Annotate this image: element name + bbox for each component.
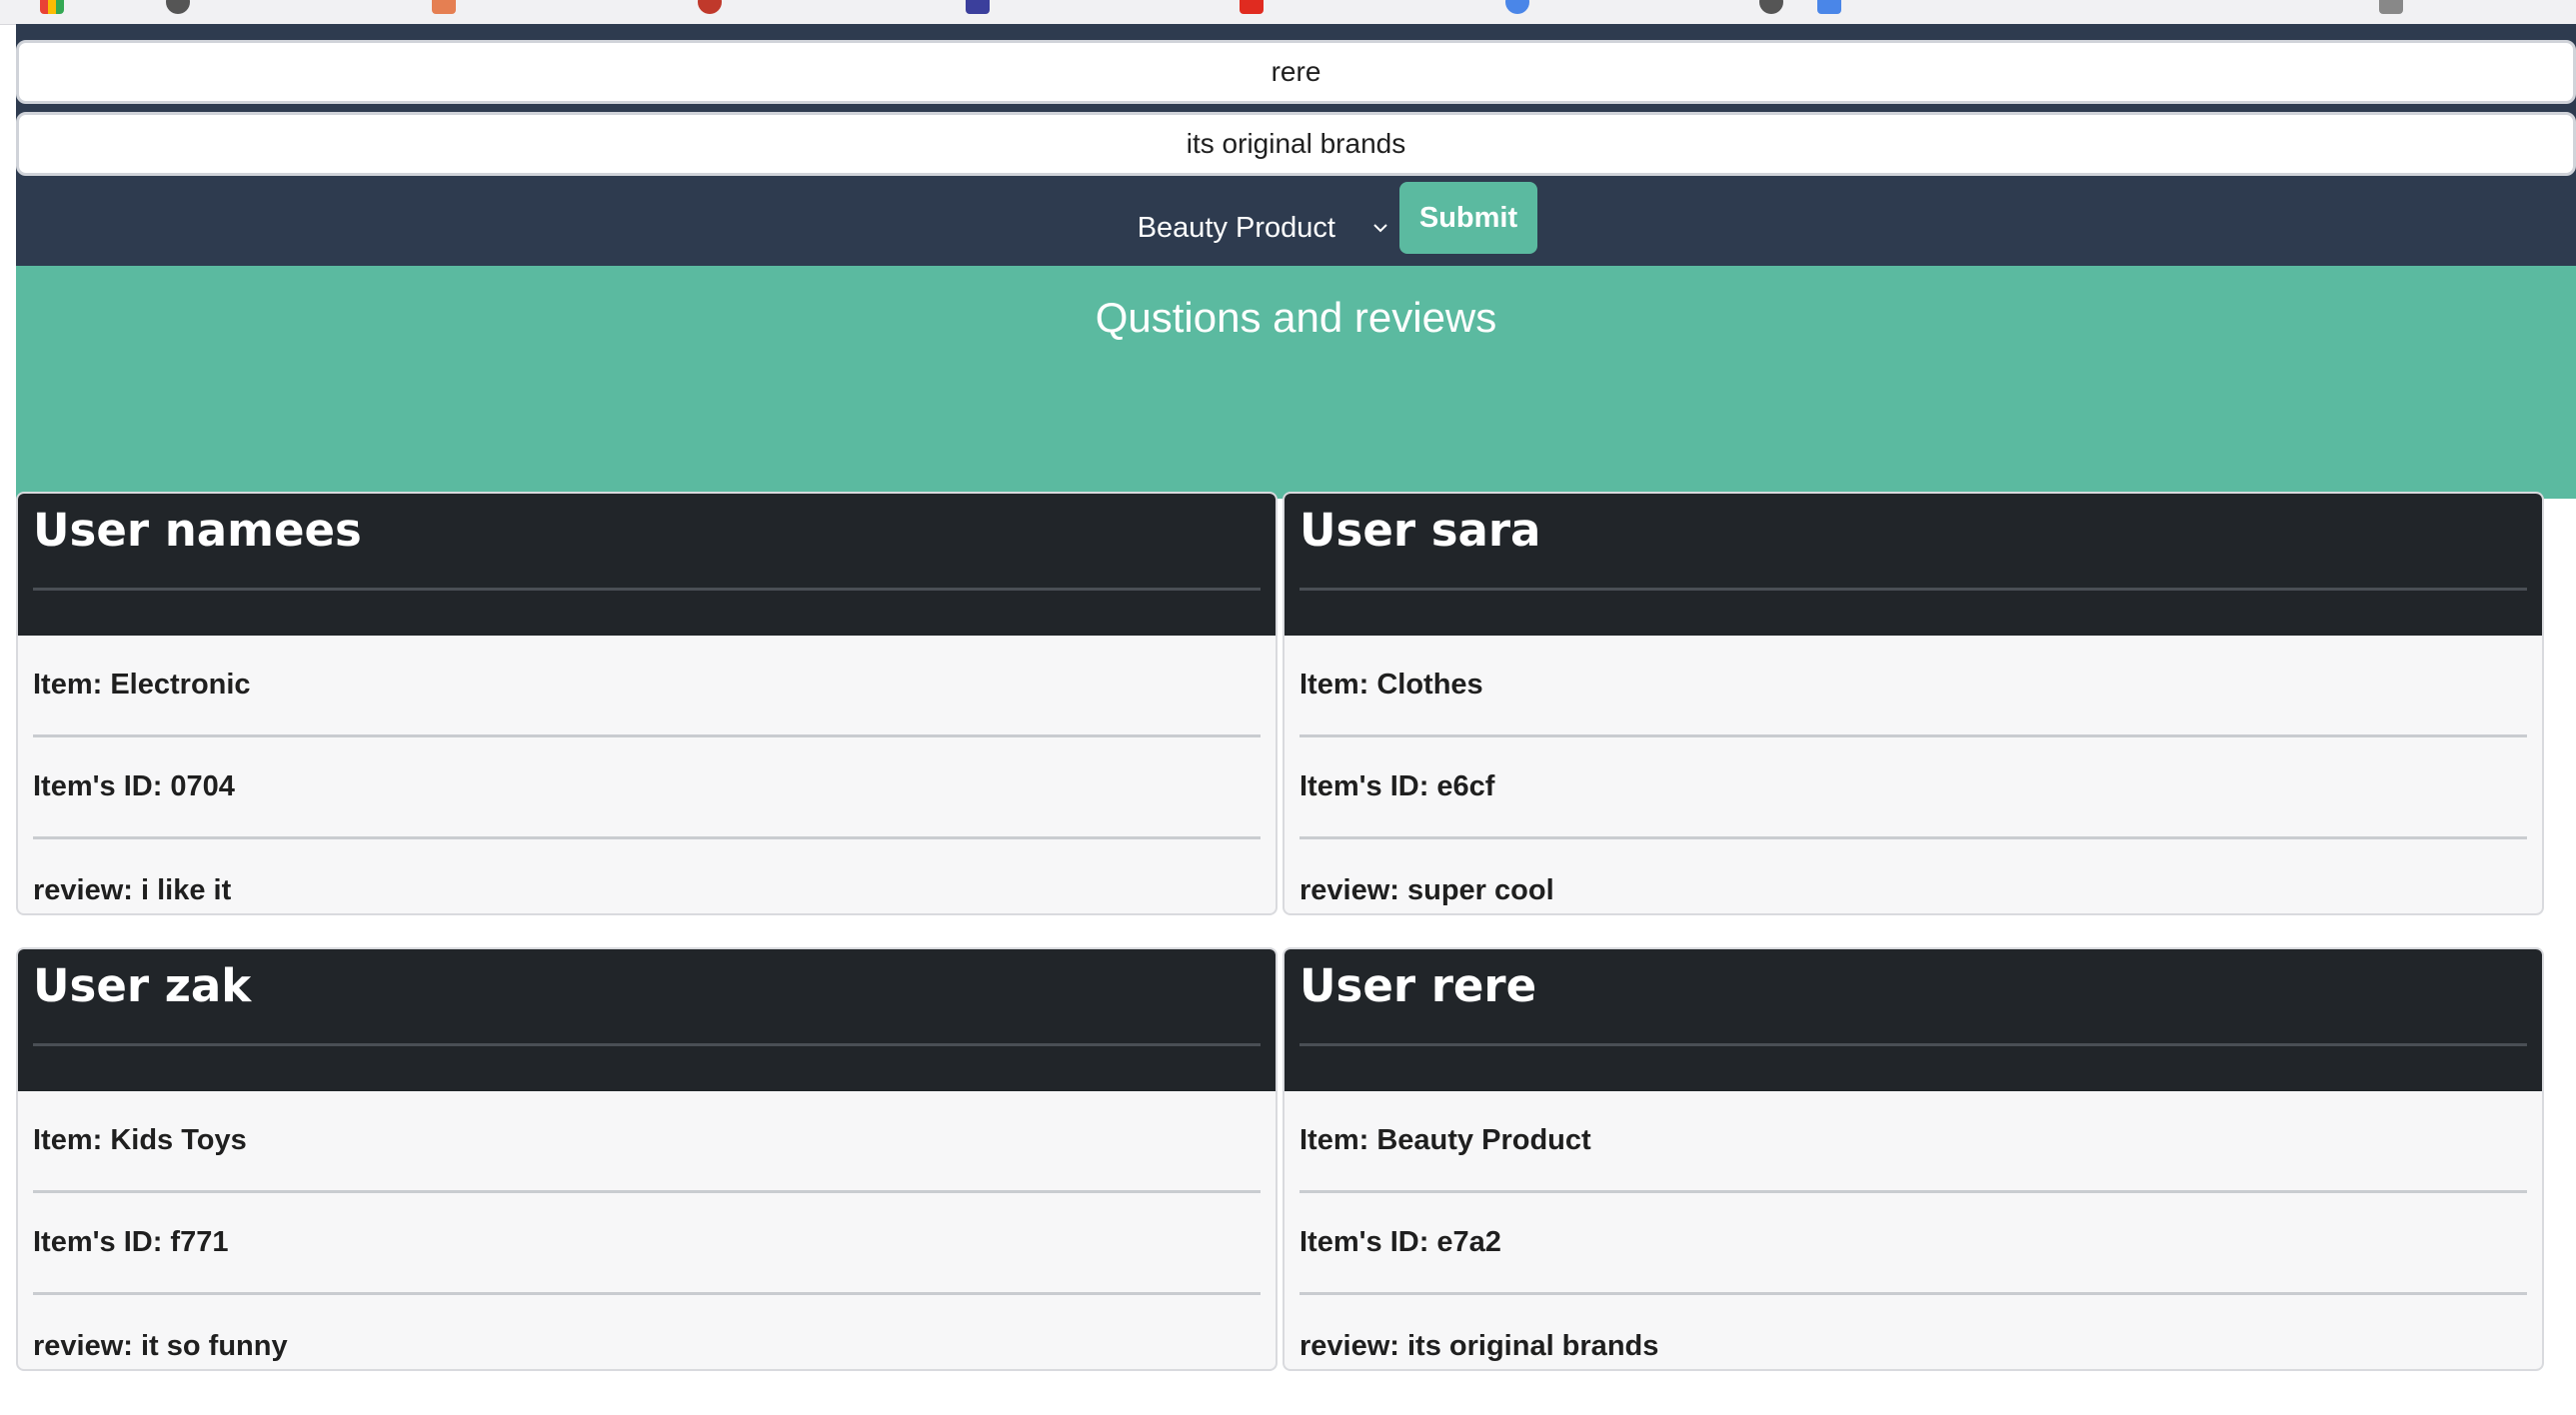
bookmark-1[interactable]: [166, 0, 204, 17]
divider: [1299, 1043, 2527, 1046]
card-body: Item: Electronic Item's ID: 0704 review:…: [18, 636, 1276, 913]
reading-list-icon: [2379, 0, 2403, 14]
card-item: Item: Kids Toys: [33, 1091, 1261, 1193]
divider: [1299, 588, 2527, 591]
bookmark-8[interactable]: [1817, 0, 1855, 17]
divider: [33, 1043, 1261, 1046]
category-select[interactable]: Beauty Product: [1094, 196, 1389, 260]
page-title: Qustions and reviews: [1095, 294, 1497, 341]
bookmarks-bar: [0, 0, 2576, 25]
hero-banner: Qustions and reviews: [16, 266, 2576, 499]
bookmark-favicon-icon: [698, 0, 722, 14]
bookmark-favicon-icon: [432, 0, 456, 14]
card-review: review: its original brands: [1299, 1329, 1659, 1362]
review-form-bar: Beauty Product Submit: [16, 24, 2576, 266]
card-item: Item: Beauty Product: [1299, 1091, 2527, 1193]
category-select-value: Beauty Product: [1137, 211, 1335, 244]
bookmark-apps[interactable]: [40, 0, 78, 17]
bookmark-2[interactable]: [432, 0, 470, 17]
card-item: Item: Electronic: [33, 636, 1261, 737]
globe-icon: [1759, 0, 1783, 14]
review-card: User rere Item: Beauty Product Item's ID…: [1283, 947, 2544, 1371]
card-header: User zak: [18, 949, 1276, 1091]
card-item-id: Item's ID: 0704: [33, 737, 1261, 839]
card-user-title: User namees: [33, 504, 362, 557]
card-review: review: it so funny: [33, 1329, 288, 1362]
submit-button[interactable]: Submit: [1399, 182, 1537, 254]
bookmark-favicon-icon: [966, 0, 990, 14]
bookmark-6[interactable]: [1505, 0, 1543, 17]
review-card: User sara Item: Clothes Item's ID: e6cf …: [1283, 492, 2544, 915]
review-input[interactable]: [16, 112, 2576, 176]
card-item: Item: Clothes: [1299, 636, 2527, 737]
zoom-icon: [1505, 0, 1529, 14]
card-item-id: Item's ID: e7a2: [1299, 1193, 2527, 1295]
card-body: Item: Beauty Product Item's ID: e7a2 rev…: [1285, 1091, 2542, 1369]
bookmark-7[interactable]: [1759, 0, 1797, 17]
review-card: User namees Item: Electronic Item's ID: …: [16, 492, 1278, 915]
bookmark-5[interactable]: [1240, 0, 1278, 17]
card-header: User sara: [1285, 494, 2542, 636]
card-item-id: Item's ID: e6cf: [1299, 737, 2527, 839]
review-cards: User namees Item: Electronic Item's ID: …: [16, 492, 2544, 1371]
bookmark-4[interactable]: [966, 0, 1004, 17]
card-header: User rere: [1285, 949, 2542, 1091]
card-user-title: User sara: [1299, 504, 1541, 557]
card-user-title: User rere: [1299, 959, 1537, 1012]
card-user-title: User zak: [33, 959, 252, 1012]
apps-icon: [40, 0, 64, 14]
card-body: Item: Clothes Item's ID: e6cf review: su…: [1285, 636, 2542, 913]
card-body: Item: Kids Toys Item's ID: f771 review: …: [18, 1091, 1276, 1369]
card-review: review: super cool: [1299, 873, 1554, 906]
card-item-id: Item's ID: f771: [33, 1193, 1261, 1295]
username-input[interactable]: [16, 40, 2576, 104]
google-drive-icon: [1817, 0, 1841, 14]
chevron-down-icon: [1373, 224, 1387, 233]
bookmark-3[interactable]: [698, 0, 736, 17]
youtube-icon: [1240, 0, 1264, 14]
globe-icon: [166, 0, 190, 14]
reading-list[interactable]: [2379, 0, 2417, 17]
card-review: review: i like it: [33, 873, 232, 906]
review-card: User zak Item: Kids Toys Item's ID: f771…: [16, 947, 1278, 1371]
card-header: User namees: [18, 494, 1276, 636]
divider: [33, 588, 1261, 591]
